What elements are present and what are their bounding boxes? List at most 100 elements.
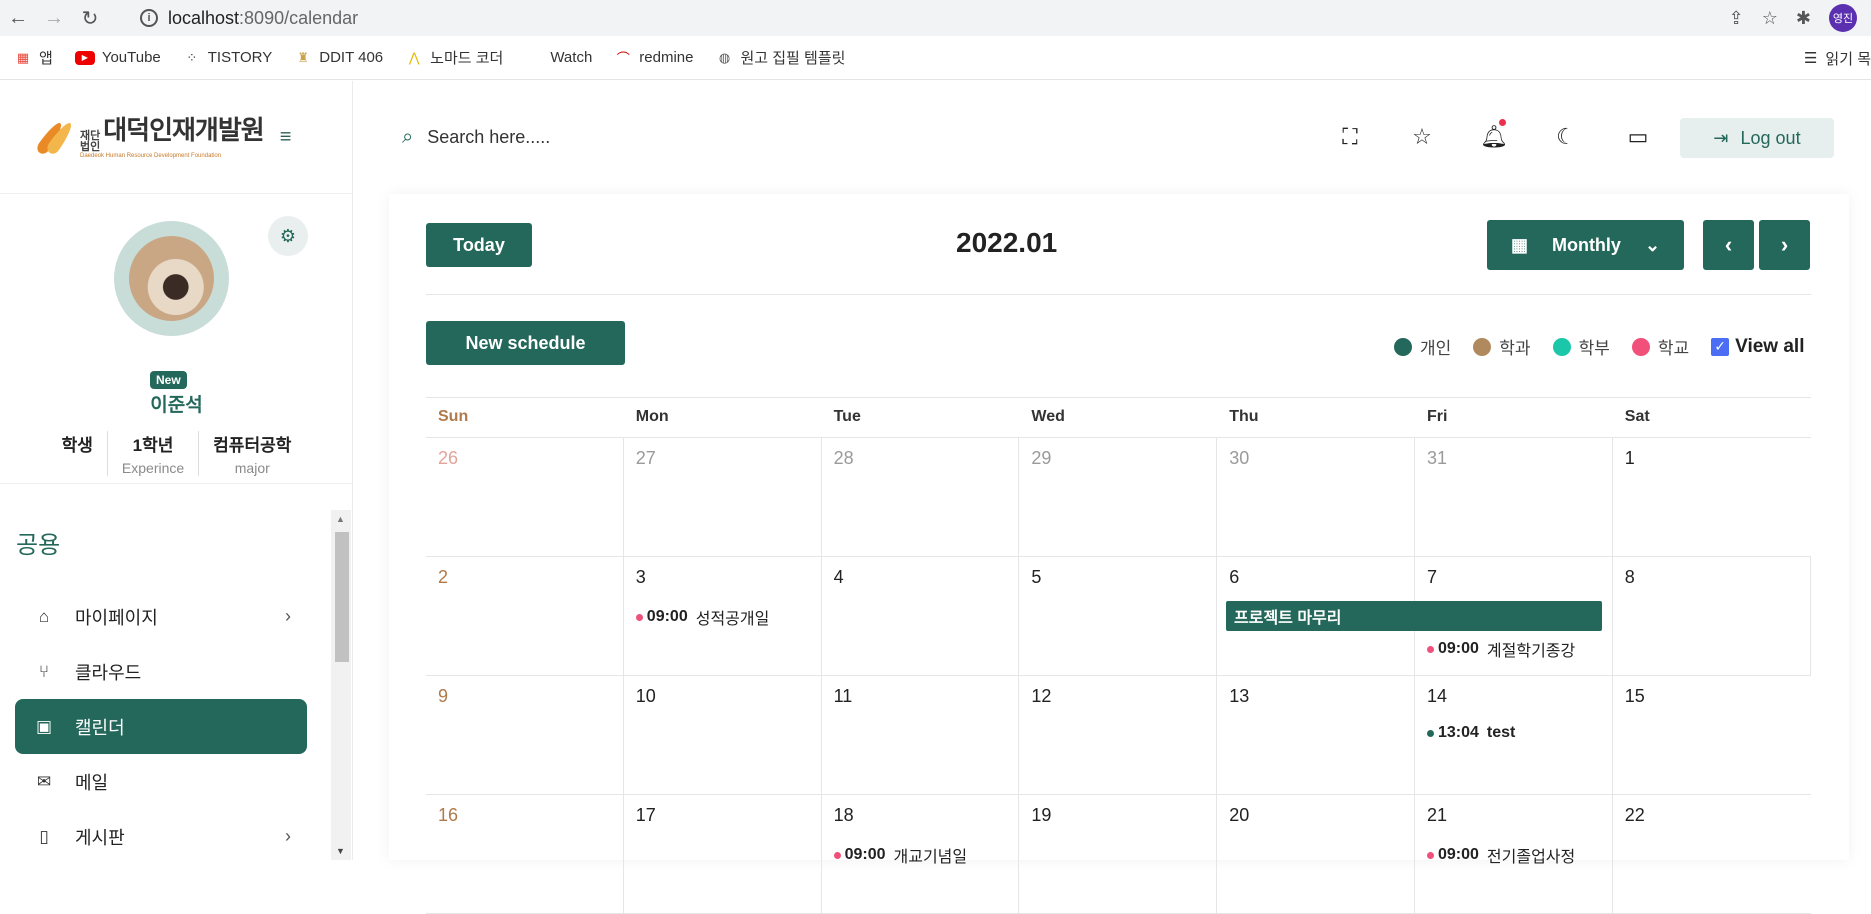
home-icon: ⌂ <box>38 606 50 626</box>
bookmark-nomad[interactable]: ⋀ 노마드 코더 <box>405 47 504 68</box>
calendar-day[interactable]: 12 <box>1019 676 1218 794</box>
legend-faculty[interactable]: 학부 <box>1552 334 1610 359</box>
globe-icon: ◍ <box>718 49 731 65</box>
legend-personal[interactable]: 개인 <box>1394 334 1451 359</box>
calendar-day[interactable]: 11 <box>822 676 1020 794</box>
calendar-event-bar[interactable]: 프로젝트 마무리 <box>1226 601 1602 631</box>
calendar-day[interactable]: 18 09:00 개교기념일 <box>822 795 1020 913</box>
legend-department[interactable]: 학과 <box>1473 334 1531 359</box>
logo-small-text: 재단 법인 <box>80 129 101 153</box>
extensions-icon[interactable]: ✱ <box>1796 8 1811 29</box>
calendar-day[interactable]: 21 09:00 전기졸업사정 <box>1415 795 1613 913</box>
bookmark-redmine[interactable]: ⌒ redmine <box>614 49 694 67</box>
calendar-day[interactable]: 22 <box>1613 795 1811 913</box>
calendar-day[interactable]: 3 09:00 성적공개일 <box>624 557 822 675</box>
bell-icon[interactable]: 🔔︎ <box>1476 109 1512 165</box>
sidebar-item-board[interactable]: ▯ 게시판 › <box>15 809 307 864</box>
weekday-label: Tue <box>833 408 861 425</box>
moon-icon[interactable]: ☾ <box>1548 109 1584 165</box>
sidebar-scrollbar[interactable]: ▲ ▼ <box>331 510 351 860</box>
divider <box>426 294 1811 295</box>
calendar-day[interactable]: 31 <box>1415 438 1613 556</box>
avatar[interactable] <box>114 221 229 336</box>
user-stats: 학생 1학년 Experince 컴퓨터공학 major <box>0 431 353 476</box>
calendar-day[interactable]: 26 <box>426 438 624 556</box>
calendar-day[interactable]: 4 <box>822 557 1020 675</box>
address-bar[interactable]: i localhost:8090/calendar <box>128 3 1768 33</box>
profile-avatar[interactable]: 영진 <box>1829 4 1857 32</box>
calendar-event[interactable]: 09:00 계절학기종강 <box>1426 637 1575 661</box>
share-icon[interactable]: ⇪ <box>1729 8 1744 29</box>
logout-button[interactable]: ⇥ Log out <box>1680 118 1834 158</box>
calendar-day[interactable]: 29 <box>1019 438 1218 556</box>
search-input[interactable] <box>427 127 928 148</box>
sidebar-item-cloud[interactable]: ⑂ 클라우드 <box>15 644 307 699</box>
bookmark-template[interactable]: ◍ 원고 집필 템플릿 <box>715 47 846 68</box>
today-button[interactable]: Today <box>426 223 532 267</box>
calendar-day[interactable]: 10 <box>624 676 822 794</box>
next-month-button[interactable]: › <box>1759 220 1810 270</box>
logo[interactable]: 재단 법인 대덕인재개발원 Daedeok Human Resource Deve… <box>34 116 265 159</box>
calendar-day[interactable]: 27 <box>624 438 822 556</box>
view-select[interactable]: ▦ Monthly ⌄ <box>1487 220 1684 270</box>
bookmark-apps[interactable]: ▦ 앱 <box>14 47 53 68</box>
grid-icon: ▦ <box>1510 234 1528 255</box>
calendar-day[interactable]: 1 <box>1613 438 1811 556</box>
scroll-thumb[interactable] <box>335 532 349 662</box>
view-all-checkbox[interactable]: ✓ View all <box>1711 336 1804 358</box>
calendar-icon: ▣ <box>35 716 53 736</box>
reading-list-icon: ☰ <box>1803 50 1818 67</box>
reading-list[interactable]: ☰ 읽기 목 <box>1804 36 1871 80</box>
calendar-day[interactable]: 16 <box>426 795 624 913</box>
scroll-up-icon[interactable]: ▲ <box>336 514 345 524</box>
stat-major: 컴퓨터공학 major <box>198 431 305 476</box>
calendar-day[interactable]: 20 <box>1217 795 1415 913</box>
calendar-event[interactable]: 09:00 전기졸업사정 <box>1426 843 1575 867</box>
scroll-down-icon[interactable]: ▼ <box>336 846 345 856</box>
search-icon[interactable]: ⌕ <box>402 126 413 149</box>
calendar-day[interactable]: 9 <box>426 676 624 794</box>
reload-icon[interactable]: ↻ <box>72 0 108 36</box>
calendar-day[interactable]: 2 <box>426 557 624 675</box>
calendar-event[interactable]: 13:04 test <box>1426 724 1515 742</box>
calendar-event[interactable]: 09:00 성적공개일 <box>635 605 769 629</box>
weekday-label: Wed <box>1031 408 1065 425</box>
calendar-day[interactable]: 15 <box>1613 676 1811 794</box>
logo-flame-icon <box>34 119 76 157</box>
prev-month-button[interactable]: ‹ <box>1703 220 1754 270</box>
calendar-event[interactable]: 09:00 개교기념일 <box>833 843 967 867</box>
calendar-grid: Sun Mon Tue Wed Thu Fri Sat 26 27 28 29 … <box>426 397 1811 914</box>
sidebar-item-mail[interactable]: ✉ 메일 <box>15 754 307 809</box>
calendar-day[interactable]: 8 <box>1613 557 1811 675</box>
calendar-day[interactable]: 17 <box>624 795 822 913</box>
bookmark-tistory[interactable]: ⁘ TISTORY <box>183 49 272 67</box>
forward-icon[interactable]: → <box>36 0 72 36</box>
calendar-day[interactable]: 14 13:04 test <box>1415 676 1613 794</box>
calendar-day[interactable]: 30 <box>1217 438 1415 556</box>
new-schedule-button[interactable]: New schedule <box>426 321 625 365</box>
apple-icon <box>525 49 543 67</box>
bookmark-star-icon[interactable]: ☆ <box>1762 8 1778 29</box>
weekday-label: Fri <box>1426 408 1448 425</box>
gear-icon[interactable]: ⚙ <box>268 216 308 256</box>
chat-icon[interactable]: ▭ <box>1620 109 1656 165</box>
checkbox-checked-icon: ✓ <box>1711 337 1730 356</box>
legend-school[interactable]: 학교 <box>1631 334 1689 359</box>
site-info-icon[interactable]: i <box>140 9 158 27</box>
bookmark-youtube[interactable]: ▶ YouTube <box>74 49 161 66</box>
bookmark-watch[interactable]: Watch <box>525 49 592 67</box>
calendar-day[interactable]: 28 <box>822 438 1020 556</box>
calendar-day[interactable]: 5 <box>1019 557 1218 675</box>
profile-card: New ⚙ 이준석 학생 1학년 Experince 컴퓨터공학 major <box>0 194 352 484</box>
calendar-day[interactable]: 19 <box>1019 795 1218 913</box>
apps-grid-icon: ▦ <box>16 49 30 65</box>
star-icon[interactable]: ☆ <box>1404 109 1440 165</box>
sidebar-item-mypage[interactable]: ⌂ 마이페이지 › <box>15 589 307 644</box>
hamburger-icon[interactable]: ≡ <box>280 126 292 149</box>
sidebar-item-calendar[interactable]: ▣ 캘린더 <box>15 699 307 754</box>
fullscreen-icon[interactable]: ⛶ <box>1332 109 1368 165</box>
bookmark-ddit[interactable]: ♜ DDIT 406 <box>294 49 383 67</box>
back-icon[interactable]: ← <box>0 0 36 36</box>
calendar-day[interactable]: 13 <box>1217 676 1415 794</box>
user-name: 이준석 <box>150 395 203 416</box>
